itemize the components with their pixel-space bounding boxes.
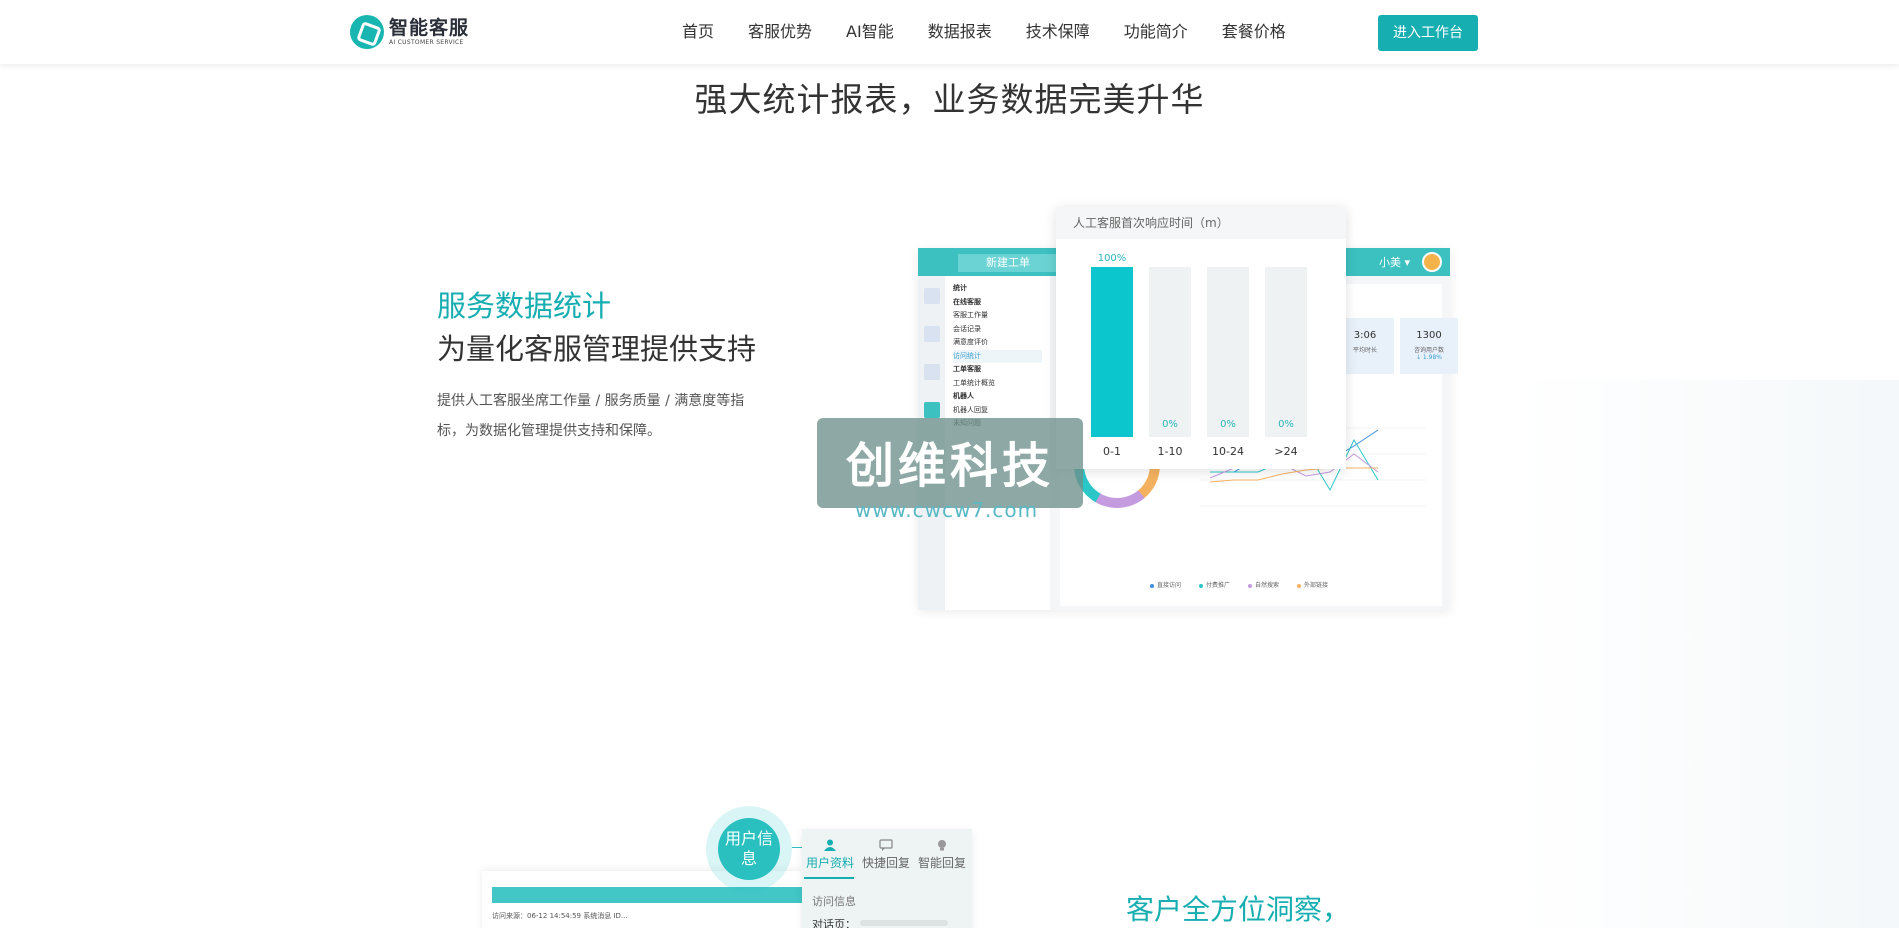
tab-user-profile[interactable]: 用户资料: [802, 839, 858, 871]
watermark-url: www.cwcw7.com: [855, 498, 1039, 522]
bar-value-label: 100%: [1097, 253, 1127, 264]
legend-item: 外部链接: [1297, 580, 1328, 589]
nav-item-pricing[interactable]: 套餐价格: [1222, 21, 1286, 43]
legend-dot: [1248, 583, 1253, 588]
user-info-ring: 用户信息: [706, 806, 792, 892]
stat-card: 1300 咨询用户数 ↓ 1.98%: [1400, 318, 1458, 374]
watermark-badge: 创维科技: [817, 418, 1083, 508]
legend-label: 自然搜索: [1255, 582, 1280, 589]
active-tab-indicator: [804, 877, 854, 879]
dashboard-menu-item: 会话记录: [953, 324, 981, 333]
legend-item: 自然搜索: [1248, 580, 1279, 589]
dashboard-menu-item: 工单客服: [953, 365, 981, 373]
dashboard-menu-item: 机器人回复: [953, 405, 988, 414]
legend-dot: [1199, 583, 1204, 588]
legend-label: 直接访问: [1157, 582, 1182, 589]
user-icon: [824, 839, 836, 851]
user-info-label: 用户信息: [718, 818, 780, 880]
visit-info-label: 访问信息: [812, 895, 856, 908]
bar-value-label: 0%: [1162, 419, 1178, 430]
tab-label: 用户资料: [805, 856, 854, 870]
nav-item-tech[interactable]: 技术保障: [1026, 21, 1090, 43]
chart-legend: 直接访问 付费推广 自然搜索 外部链接: [1150, 580, 1346, 589]
stat-value: 1300: [1416, 330, 1442, 341]
chat-bubble-icon: [879, 839, 893, 851]
top-navbar: 智能客服 AI CUSTOMER SERVICE 首页 客服优势 AI智能 数据…: [0, 0, 1899, 64]
response-time-popup: 人工客服首次响应时间（m） 100% 0-1 0% 1-10 0% 10-24 0% >24: [1056, 207, 1346, 469]
bar-value-label: 0%: [1220, 419, 1236, 430]
stat-change: ↓ 1.98%: [1416, 354, 1442, 361]
bar-track: [1091, 267, 1133, 437]
robot-icon: [924, 364, 940, 380]
nav-item-features[interactable]: 功能简介: [1124, 21, 1188, 43]
legend-item: 付费推广: [1199, 580, 1230, 589]
user-info-panel: 用户资料 快捷回复 智能回复 访问信息 对话页：: [802, 829, 972, 928]
bar-value-label: 0%: [1278, 419, 1294, 430]
nav-item-ai[interactable]: AI智能: [846, 21, 894, 43]
bar-track: [1149, 267, 1191, 437]
ticket-icon: [924, 326, 940, 342]
chat-meta: 访问来源：06-12 14:54:59 系统消息 ID...: [492, 912, 628, 920]
bar: [1091, 267, 1133, 437]
dashboard-menu-item: 满意度评价: [953, 338, 988, 346]
tab-label: 快捷回复: [861, 856, 910, 870]
dashboard-menu-item: 统计: [953, 284, 967, 292]
feature-highlight: 服务数据统计: [437, 289, 612, 323]
bar-category-label: >24: [1274, 445, 1298, 458]
dashboard-menu-item: 机器人: [953, 392, 974, 400]
new-ticket-button: 新建工单: [958, 254, 1058, 272]
page-label: 对话页：: [812, 918, 856, 928]
brand-name: 智能客服: [389, 17, 470, 39]
legend-dot: [1150, 583, 1154, 588]
legend-dot: [1297, 583, 1302, 588]
chat-icon: [924, 288, 940, 304]
background-fade: [1520, 380, 1899, 928]
bar-category-label: 1-10: [1157, 445, 1183, 458]
main-nav: 首页 客服优势 AI智能 数据报表 技术保障 功能简介 套餐价格: [682, 21, 1320, 43]
feature-subtitle: 为量化客服管理提供支持: [437, 332, 757, 366]
bar-track: [1207, 267, 1249, 437]
feature-description: 提供人工客服坐席工作量 / 服务质量 / 满意度等指标，为数据化管理提供支持和保…: [437, 393, 745, 439]
bar-category-label: 0-1: [1103, 445, 1121, 458]
tab-quick-reply[interactable]: 快捷回复: [858, 839, 914, 871]
tab-label: 智能回复: [917, 856, 966, 870]
page-value-placeholder: [860, 920, 948, 926]
insight-title: 客户全方位洞察，: [1126, 893, 1351, 926]
legend-item: 直接访问: [1150, 580, 1181, 589]
bulb-icon: [938, 840, 946, 851]
avatar: [1422, 252, 1442, 272]
nav-item-advantages[interactable]: 客服优势: [748, 21, 812, 43]
brand-logo[interactable]: 智能客服 AI CUSTOMER SERVICE: [350, 13, 469, 51]
logo-icon: [350, 15, 384, 49]
popup-title: 人工客服首次响应时间（m）: [1056, 207, 1346, 239]
dashboard-menu-item: 访问统计: [953, 349, 1042, 363]
watermark-text: 创维科技: [845, 438, 1054, 494]
bar-track: [1265, 267, 1307, 437]
section-title: 强大统计报表，业务数据完美升华: [694, 80, 1205, 119]
tab-smart-reply[interactable]: 智能回复: [914, 839, 970, 871]
enter-workspace-button[interactable]: 进入工作台: [1378, 15, 1478, 51]
nav-item-reports[interactable]: 数据报表: [928, 21, 992, 43]
legend-label: 付费推广: [1206, 582, 1231, 589]
user-menu: 小美 ▾: [1378, 256, 1410, 269]
legend-label: 外部链接: [1304, 582, 1329, 589]
dashboard-menu-item: 客服工作量: [953, 311, 988, 319]
dashboard-menu-item: 工单统计概览: [953, 378, 995, 387]
nav-item-home[interactable]: 首页: [682, 21, 714, 43]
brand-tagline: AI CUSTOMER SERVICE: [389, 39, 464, 46]
stats-icon: [924, 402, 940, 418]
dashboard-menu-item: 在线客服: [953, 297, 981, 306]
bar-category-label: 10-24: [1212, 445, 1244, 458]
stat-label: 咨询用户数: [1413, 347, 1444, 354]
